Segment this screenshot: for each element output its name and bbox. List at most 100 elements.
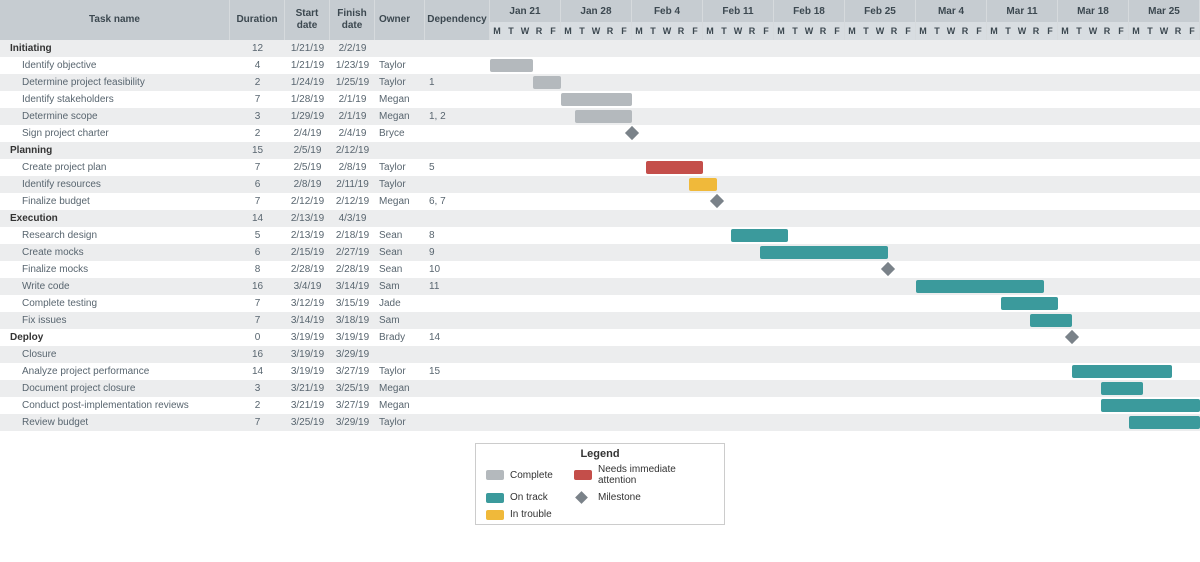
day-label: R <box>1100 22 1114 40</box>
day-label: R <box>816 22 830 40</box>
cell-finish: 3/18/19 <box>330 312 375 329</box>
day-label: F <box>617 22 631 40</box>
cell-owner: Brady <box>375 329 425 346</box>
col-header-owner: Owner <box>375 0 425 40</box>
cell-task: Planning <box>0 142 230 159</box>
col-header-duration: Duration <box>230 0 285 40</box>
legend-swatch-attention <box>574 470 592 480</box>
cell-dur: 7 <box>230 159 285 176</box>
cell-finish: 2/1/19 <box>330 108 375 125</box>
cell-task: Determine project feasibility <box>0 74 230 91</box>
legend-swatch-ontrack <box>486 493 504 503</box>
cell-dur: 2 <box>230 74 285 91</box>
chart-cell <box>490 142 1200 159</box>
day-label: M <box>1058 22 1072 40</box>
cell-finish: 2/1/19 <box>330 91 375 108</box>
cell-task: Document project closure <box>0 380 230 397</box>
cell-owner: Megan <box>375 91 425 108</box>
legend-milestone-icon <box>575 491 588 504</box>
cell-dur: 2 <box>230 125 285 142</box>
cell-finish: 4/3/19 <box>330 210 375 227</box>
cell-task: Initiating <box>0 40 230 57</box>
cell-dep: 14 <box>425 329 490 346</box>
task-row: Document project closure33/21/193/25/19M… <box>0 380 1200 397</box>
cell-finish: 2/2/19 <box>330 40 375 57</box>
cell-finish: 3/27/19 <box>330 397 375 414</box>
cell-start: 3/19/19 <box>285 363 330 380</box>
gantt-bar <box>646 161 703 174</box>
cell-finish: 3/25/19 <box>330 380 375 397</box>
task-row: Finalize mocks82/28/192/28/19Sean10 <box>0 261 1200 278</box>
chart-cell <box>490 261 1200 278</box>
gantt-bar <box>1030 314 1073 327</box>
cell-task: Determine scope <box>0 108 230 125</box>
cell-dep <box>425 125 490 142</box>
col-header-task: Task name <box>0 0 230 40</box>
col-header-finish: Finish date <box>330 0 375 40</box>
cell-finish: 3/29/19 <box>330 414 375 431</box>
cell-start: 2/13/19 <box>285 227 330 244</box>
week-label: Mar 25 <box>1129 0 1199 22</box>
legend-swatch-complete <box>486 470 504 480</box>
gantt-bar <box>561 93 632 106</box>
day-label: W <box>944 22 958 40</box>
cell-start: 3/25/19 <box>285 414 330 431</box>
day-label: F <box>972 22 986 40</box>
gantt-bar <box>490 59 533 72</box>
cell-task: Create project plan <box>0 159 230 176</box>
cell-dep: 9 <box>425 244 490 261</box>
chart-cell <box>490 295 1200 312</box>
gantt-bar <box>689 178 717 191</box>
chart-cell <box>490 414 1200 431</box>
gantt-bar <box>533 76 561 89</box>
col-header-start: Start date <box>285 0 330 40</box>
cell-dep <box>425 295 490 312</box>
legend-label-complete: Complete <box>504 470 574 481</box>
day-label: M <box>845 22 859 40</box>
cell-dur: 7 <box>230 414 285 431</box>
week-label: Feb 25 <box>845 0 915 22</box>
day-label: T <box>1143 22 1157 40</box>
day-label: M <box>1129 22 1143 40</box>
legend-title: Legend <box>486 448 714 460</box>
legend-label-attention: Needs immediate attention <box>592 464 714 486</box>
chart-cell <box>490 380 1200 397</box>
cell-dep <box>425 142 490 159</box>
day-label: T <box>646 22 660 40</box>
cell-dep <box>425 40 490 57</box>
gantt-chart: Task name Duration Start date Finish dat… <box>0 0 1200 431</box>
cell-owner: Megan <box>375 397 425 414</box>
task-row: Identify objective41/21/191/23/19Taylor <box>0 57 1200 74</box>
cell-start: 3/14/19 <box>285 312 330 329</box>
day-label: M <box>632 22 646 40</box>
cell-start: 1/21/19 <box>285 40 330 57</box>
day-label: F <box>688 22 702 40</box>
cell-dep <box>425 414 490 431</box>
cell-task: Write code <box>0 278 230 295</box>
cell-start: 1/29/19 <box>285 108 330 125</box>
phase-row: Initiating121/21/192/2/19 <box>0 40 1200 57</box>
day-label: M <box>703 22 717 40</box>
chart-cell <box>490 57 1200 74</box>
day-label: W <box>802 22 816 40</box>
gantt-rows: Initiating121/21/192/2/19Identify object… <box>0 40 1200 431</box>
milestone-marker <box>625 126 639 140</box>
cell-dep <box>425 346 490 363</box>
day-label: R <box>1171 22 1185 40</box>
day-label: W <box>731 22 745 40</box>
cell-task: Review budget <box>0 414 230 431</box>
chart-cell <box>490 193 1200 210</box>
cell-owner: Megan <box>375 108 425 125</box>
task-row: Analyze project performance143/19/193/27… <box>0 363 1200 380</box>
chart-cell <box>490 159 1200 176</box>
cell-dep <box>425 380 490 397</box>
week-label: Jan 28 <box>561 0 631 22</box>
cell-dep: 1, 2 <box>425 108 490 125</box>
task-row: Identify resources62/8/192/11/19Taylor <box>0 176 1200 193</box>
col-header-dependency: Dependency <box>425 0 490 40</box>
cell-task: Finalize budget <box>0 193 230 210</box>
cell-finish: 2/12/19 <box>330 142 375 159</box>
week-label: Feb 11 <box>703 0 773 22</box>
cell-finish: 3/27/19 <box>330 363 375 380</box>
legend: Legend Complete Needs immediate attentio… <box>475 443 725 525</box>
